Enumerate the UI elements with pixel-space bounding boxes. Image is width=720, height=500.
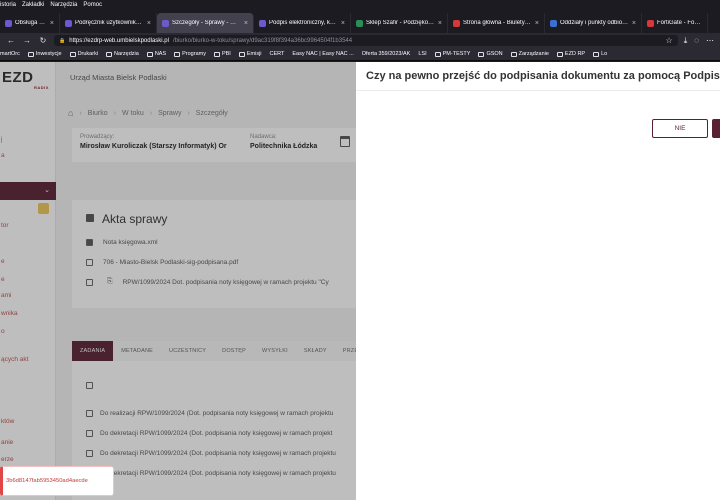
folder-icon xyxy=(556,51,563,57)
folder-icon xyxy=(69,51,76,57)
favicon-icon xyxy=(356,19,363,27)
yes-button[interactable] xyxy=(712,119,720,138)
bookmark-folder[interactable]: PM-TESTY xyxy=(434,51,470,57)
folder-icon xyxy=(27,51,34,57)
browser-tab-title: Strona główna - Biuletyn Inform xyxy=(463,20,532,26)
menu-item-help[interactable]: Pomoc xyxy=(83,2,102,8)
browser-tab-title: Oddziały i punkty odbioru / ele xyxy=(560,20,629,26)
toolbar-right: ⤓ ◌ ⋯ xyxy=(684,36,714,46)
close-icon[interactable]: × xyxy=(341,20,345,27)
url-path: /biurko/biurko-w-toku/sprawy/d9ac319f8f3… xyxy=(172,37,353,44)
browser-tab-title: Sklep Szafir - Podziękowanie za xyxy=(366,20,435,26)
browser-tab[interactable]: Obsługa korespondencji × xyxy=(0,13,60,33)
url-bar[interactable]: 🔒 https://ezdrp-web.umbielskpodlaski.pl /… xyxy=(54,35,678,46)
lock-icon: 🔒 xyxy=(59,37,66,44)
browser-tab[interactable]: Sklep Szafir - Podziękowanie za × xyxy=(351,13,448,33)
bookmarks-bar: martOrc Inwestycje Drukarki Narzędzia NA… xyxy=(0,48,720,61)
folder-icon xyxy=(434,51,441,57)
browser-tab[interactable]: Oddziały i punkty odbioru / ele × xyxy=(545,13,642,33)
browser-tab[interactable]: FortiGate - FortiGate-100F xyxy=(642,13,708,33)
browser-tab-title: Podpis elektroniczny, kwalifiko xyxy=(269,20,338,26)
favicon-icon xyxy=(259,19,266,27)
forward-icon[interactable]: → xyxy=(22,36,32,45)
bookmark-folder[interactable]: Emisji xyxy=(238,51,262,57)
bookmark-folder[interactable]: Narzędzia xyxy=(106,51,139,57)
favicon-icon xyxy=(647,19,654,27)
folder-icon xyxy=(213,51,220,57)
bookmark-folder[interactable]: Zarządzanie xyxy=(510,51,549,57)
close-icon[interactable]: × xyxy=(535,20,539,27)
bookmark-item[interactable]: CERT xyxy=(270,51,285,57)
error-toast[interactable]: 3b6d8147fab5953450ad4aecde xyxy=(0,466,114,496)
close-icon[interactable]: × xyxy=(244,20,248,27)
menu-item-bookmarks[interactable]: Zakładki xyxy=(22,2,44,8)
browser-tab[interactable]: Podręcznik użytkownika system × xyxy=(60,13,157,33)
back-icon[interactable]: ← xyxy=(6,36,16,45)
favicon-icon xyxy=(550,19,557,27)
folder-icon xyxy=(478,51,485,57)
bookmark-folder[interactable]: GSON xyxy=(478,51,503,57)
no-button[interactable]: NIE xyxy=(652,119,708,138)
error-toast-text: 3b6d8147fab5953450ad4aecde xyxy=(6,478,88,484)
bookmark-folder[interactable]: EZD RP xyxy=(556,51,585,57)
favicon-icon xyxy=(5,19,12,27)
bookmark-folder[interactable]: NAS xyxy=(146,51,166,57)
browser-tab[interactable]: Strona główna - Biuletyn Inform × xyxy=(448,13,545,33)
bookmark-folder[interactable]: Lo xyxy=(593,51,607,57)
modal-backdrop[interactable] xyxy=(0,62,356,500)
url-host: https://ezdrp-web.umbielskpodlaski.pl xyxy=(69,37,169,44)
bookmark-item[interactable]: Easy NAC | Easy NAC ... xyxy=(292,51,353,57)
folder-icon xyxy=(593,51,600,57)
confirm-signature-dialog: Czy na pewno przejść do podpisania dokum… xyxy=(356,62,720,500)
bookmark-item[interactable]: Oferta 359/2023/AK xyxy=(362,51,411,57)
close-icon[interactable]: × xyxy=(438,20,442,27)
browser-tab-title: Obsługa korespondencji xyxy=(15,20,47,26)
close-icon[interactable]: × xyxy=(50,20,54,27)
favicon-icon xyxy=(65,19,72,27)
folder-icon xyxy=(146,51,153,57)
favicon-icon xyxy=(453,19,460,27)
menu-item-tools[interactable]: Narzędzia xyxy=(50,2,77,8)
browser-nav-bar: ← → ↻ 🔒 https://ezdrp-web.umbielskpodlas… xyxy=(0,33,720,48)
bookmark-folder[interactable]: Programy xyxy=(174,51,206,57)
browser-tab-title: Szczegóły - Sprawy - W toku xyxy=(172,20,241,26)
close-icon[interactable]: × xyxy=(632,20,636,27)
downloads-icon[interactable]: ⤓ xyxy=(684,36,688,46)
bookmark-item[interactable]: LSI xyxy=(418,51,426,57)
divider xyxy=(356,90,720,91)
close-icon[interactable]: × xyxy=(147,20,151,27)
dialog-title: Czy na pewno przejść do podpisania dokum… xyxy=(366,70,720,82)
folder-icon xyxy=(106,51,113,57)
bookmark-item[interactable]: martOrc xyxy=(0,51,20,57)
bookmark-folder[interactable]: PBI xyxy=(213,51,231,57)
folder-icon xyxy=(238,51,245,57)
bookmark-star-icon[interactable]: ☆ xyxy=(666,36,673,45)
browser-tab-title: FortiGate - FortiGate-100F xyxy=(657,20,702,26)
browser-tab-strip: Obsługa korespondencji × Podręcznik użyt… xyxy=(0,10,720,33)
browser-tab-title: Podręcznik użytkownika system xyxy=(75,20,144,26)
menu-icon[interactable]: ⋯ xyxy=(706,36,714,46)
browser-menu-bar: istoria Zakładki Narzędzia Pomoc xyxy=(0,0,720,10)
menu-item-history[interactable]: istoria xyxy=(0,2,16,8)
bookmark-folder[interactable]: Inwestycje xyxy=(27,51,62,57)
folder-icon xyxy=(510,51,517,57)
app-page: EZD RADIX j a ⌄ tor e e ami wnika o ącyc… xyxy=(0,62,720,500)
reload-icon[interactable]: ↻ xyxy=(38,36,48,45)
folder-icon xyxy=(174,51,181,57)
favicon-icon xyxy=(162,19,169,27)
bookmark-folder[interactable]: Drukarki xyxy=(69,51,98,57)
browser-tab[interactable]: Podpis elektroniczny, kwalifiko × xyxy=(254,13,351,33)
browser-tab-active[interactable]: Szczegóły - Sprawy - W toku × xyxy=(157,13,254,33)
account-icon[interactable]: ◌ xyxy=(694,36,699,46)
